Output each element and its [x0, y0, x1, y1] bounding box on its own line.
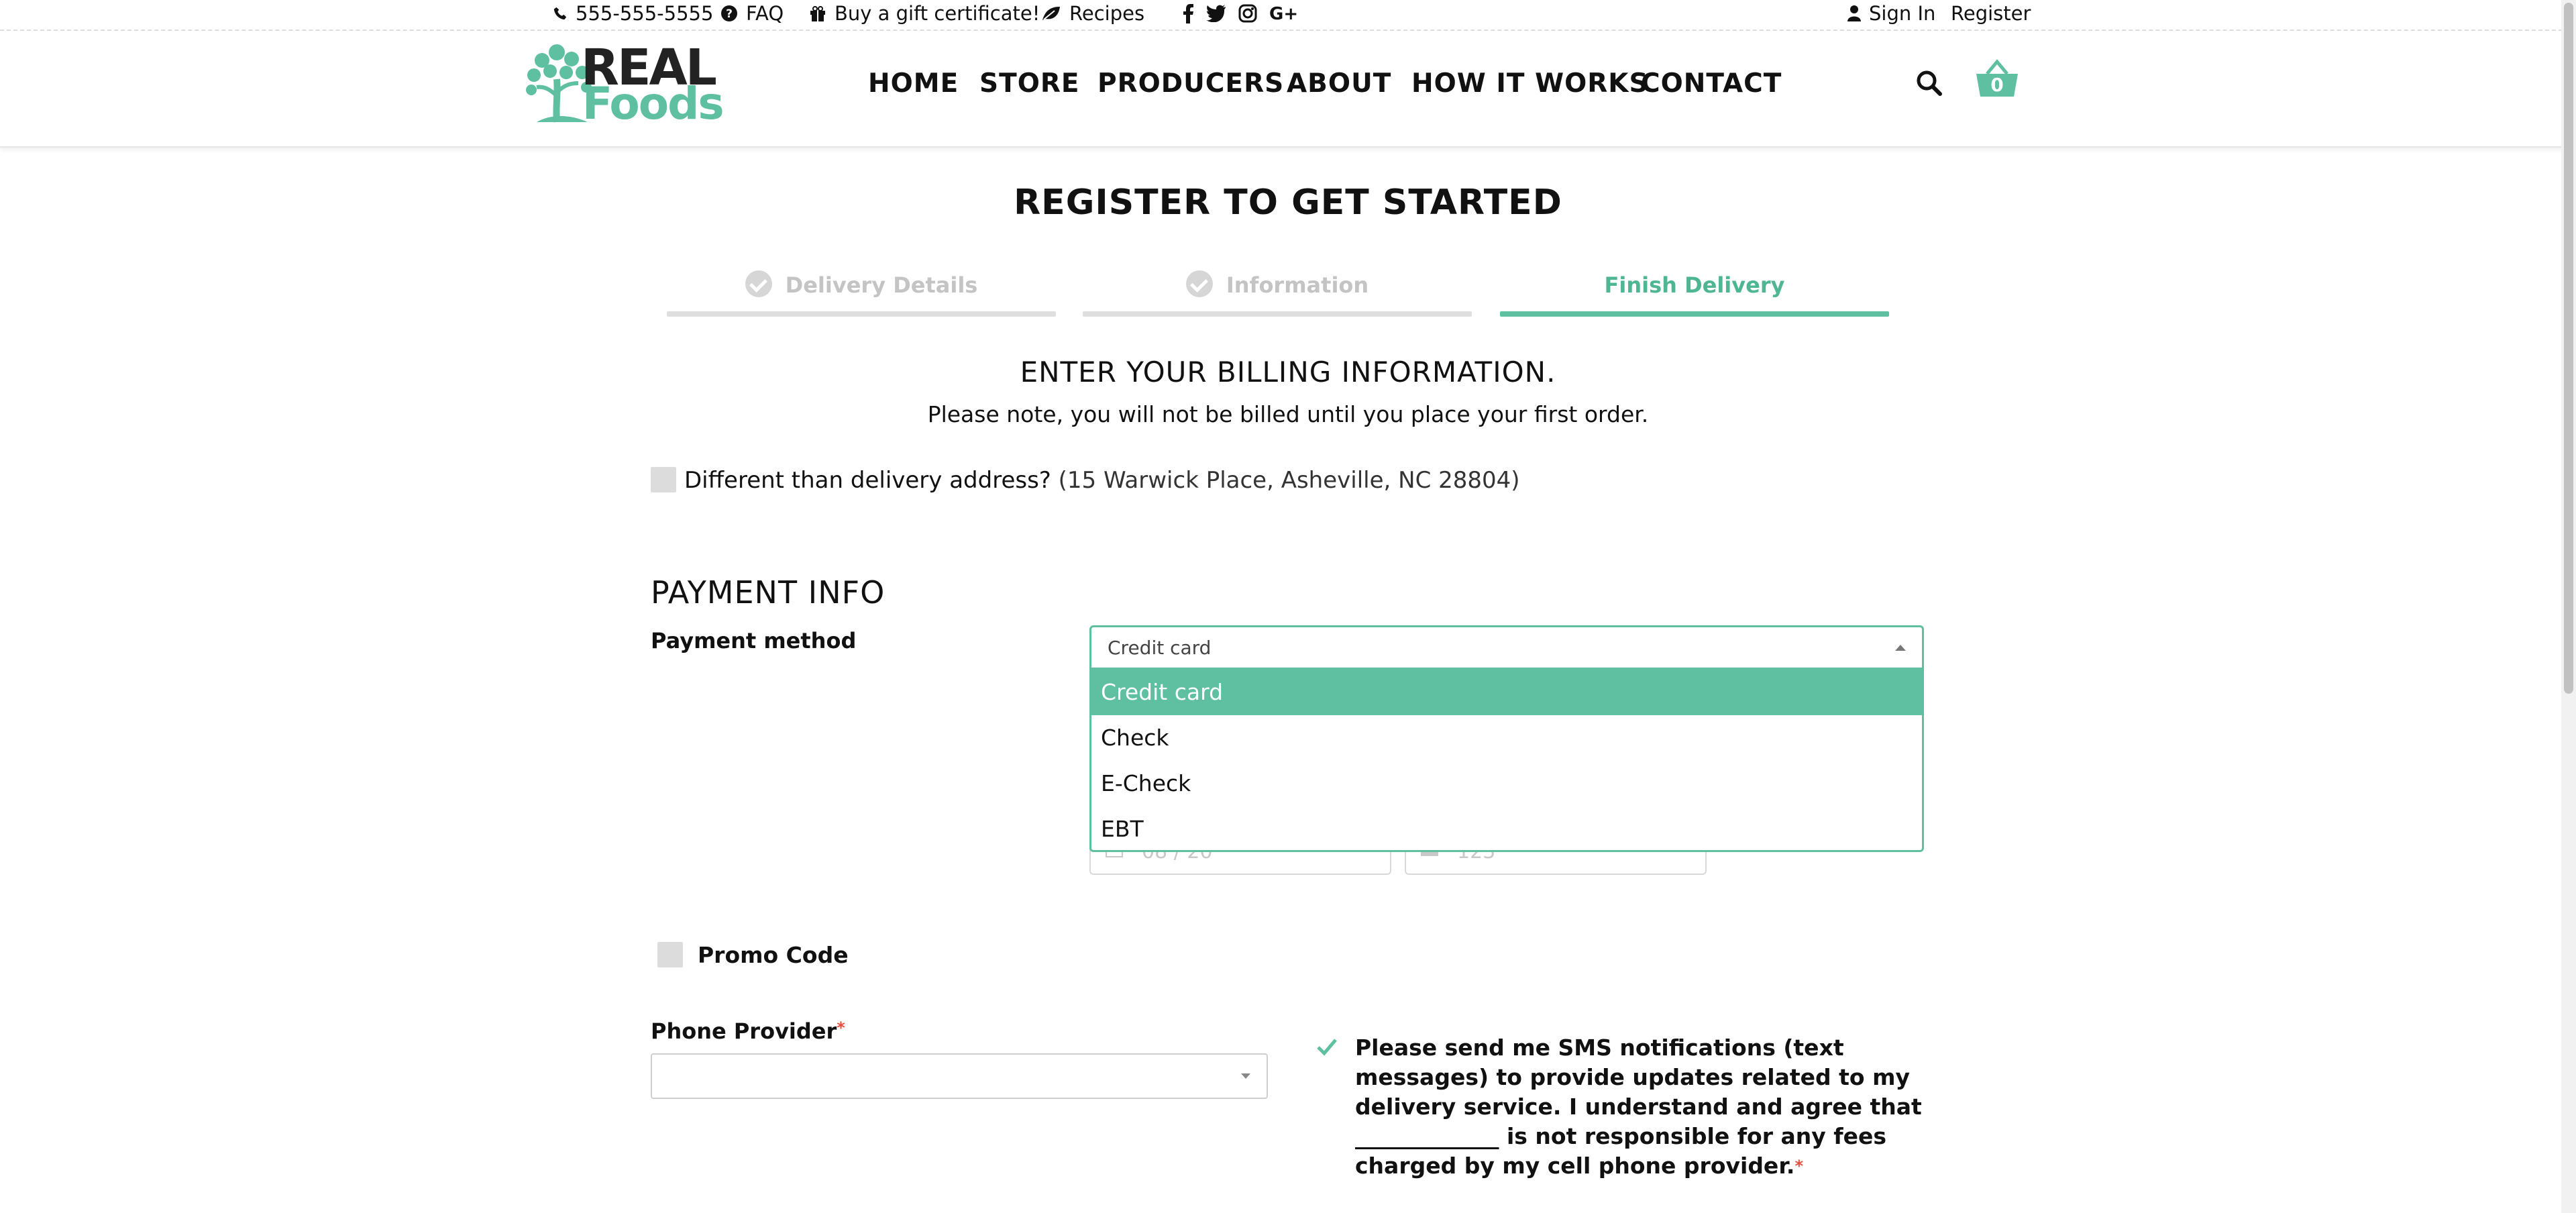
register-link[interactable]: Register [1951, 2, 2031, 25]
leaf-icon [1042, 7, 1060, 20]
option-credit-card[interactable]: Credit card [1091, 670, 1922, 715]
page-scrollbar[interactable] [2561, 0, 2576, 1213]
sign-in-link[interactable]: Sign In [1847, 2, 1935, 25]
step-information[interactable]: Information [1083, 268, 1472, 317]
instagram-icon[interactable] [1238, 4, 1257, 23]
step-delivery-details[interactable]: Delivery Details [667, 268, 1056, 317]
cart-button[interactable]: 0 [1975, 59, 2019, 99]
facebook-icon[interactable] [1183, 3, 1194, 23]
step-progress-bar [667, 311, 1056, 317]
option-ebt[interactable]: EBT [1091, 806, 1922, 852]
gift-certificate-link[interactable]: Buy a gift certificate! [809, 2, 1040, 25]
google-plus-icon[interactable]: G+ [1269, 5, 1297, 22]
faq-link[interactable]: ? FAQ [720, 2, 784, 25]
social-links: G+ [1183, 3, 1297, 23]
option-check[interactable]: Check [1091, 715, 1922, 761]
sms-consent-checkmark-icon[interactable] [1316, 1037, 1338, 1056]
phone-icon [553, 7, 567, 20]
recipes-label: Recipes [1069, 2, 1145, 25]
step-progress-bar [1083, 311, 1472, 317]
step-text: Information [1226, 272, 1369, 298]
promo-code-label: Promo Code [698, 942, 849, 968]
sms-consent-label: Please send me SMS notifications (text m… [1355, 1035, 1922, 1179]
gift-label: Buy a gift certificate! [835, 2, 1040, 25]
svg-text:?: ? [726, 7, 733, 21]
nav-about[interactable]: ABOUT [1287, 68, 1391, 99]
step-label: Finish Delivery [1604, 272, 1785, 298]
register-label: Register [1951, 2, 2031, 25]
step-progress-bar [1500, 311, 1889, 317]
payment-method-dropdown: Credit card Check E-Check EBT [1089, 670, 1924, 852]
promo-code-checkbox[interactable] [657, 942, 683, 967]
nav-producers[interactable]: PRODUCERS [1097, 68, 1284, 99]
required-asterisk: * [1794, 1157, 1803, 1175]
phone-number: 555-555-5555 [576, 2, 714, 25]
check-circle-icon [1185, 270, 1213, 297]
step-finish-delivery[interactable]: Finish Delivery [1500, 268, 1889, 317]
recipes-link[interactable]: Recipes [1041, 2, 1144, 25]
billing-title: ENTER YOUR BILLING INFORMATION. [1020, 356, 1556, 388]
option-e-check[interactable]: E-Check [1091, 761, 1922, 806]
different-address-label: Different than delivery address? (15 War… [684, 467, 1520, 494]
different-address-checkbox[interactable] [651, 467, 676, 492]
payment-method-value: Credit card [1108, 637, 1212, 659]
nav-contact[interactable]: CONTACT [1641, 68, 1782, 99]
nav-how-it-works[interactable]: HOW IT WORKS [1411, 68, 1649, 99]
phone-provider-select[interactable] [651, 1053, 1268, 1099]
caret-up-icon [1895, 645, 1906, 651]
phone-provider-label: Phone Provider* [651, 1018, 845, 1044]
top-utility-bar: 555-555-5555 ? FAQ Buy a gift certificat… [0, 0, 2576, 31]
sign-in-label: Sign In [1869, 2, 1936, 25]
billing-note: Please note, you will not be billed unti… [927, 401, 1649, 427]
search-icon[interactable] [1916, 70, 1943, 97]
step-label: Information [1083, 270, 1472, 300]
phone-provider-text: Phone Provider [651, 1018, 837, 1044]
question-circle-icon: ? [721, 5, 737, 21]
logo-text-foods: Foods [582, 78, 724, 129]
scrollbar-thumb[interactable] [2564, 3, 2573, 694]
step-text: Delivery Details [785, 272, 978, 298]
user-icon [1847, 5, 1861, 21]
check-circle-icon [745, 270, 772, 297]
required-asterisk: * [837, 1018, 845, 1037]
nav-home[interactable]: HOME [868, 68, 959, 99]
svg-text:G+: G+ [1269, 5, 1297, 22]
different-address-question: Different than delivery address? [684, 467, 1051, 494]
caret-down-icon [1241, 1073, 1250, 1079]
delivery-address-text: (15 Warwick Place, Asheville, NC 28804) [1058, 467, 1520, 494]
nav-store[interactable]: STORE [979, 68, 1080, 99]
payment-method-select[interactable]: Credit card [1089, 625, 1924, 670]
page-title: REGISTER TO GET STARTED [1014, 182, 1562, 223]
faq-label: FAQ [746, 2, 784, 25]
payment-method-label: Payment method [651, 628, 857, 653]
gift-icon [810, 6, 825, 21]
phone-link[interactable]: 555-555-5555 [553, 2, 713, 25]
payment-info-title: PAYMENT INFO [651, 574, 885, 611]
sms-consent-text: Please send me SMS notifications (text m… [1355, 1033, 1932, 1181]
twitter-icon[interactable] [1206, 5, 1226, 22]
cart-count: 0 [1990, 74, 2004, 96]
step-label: Delivery Details [667, 270, 1056, 300]
